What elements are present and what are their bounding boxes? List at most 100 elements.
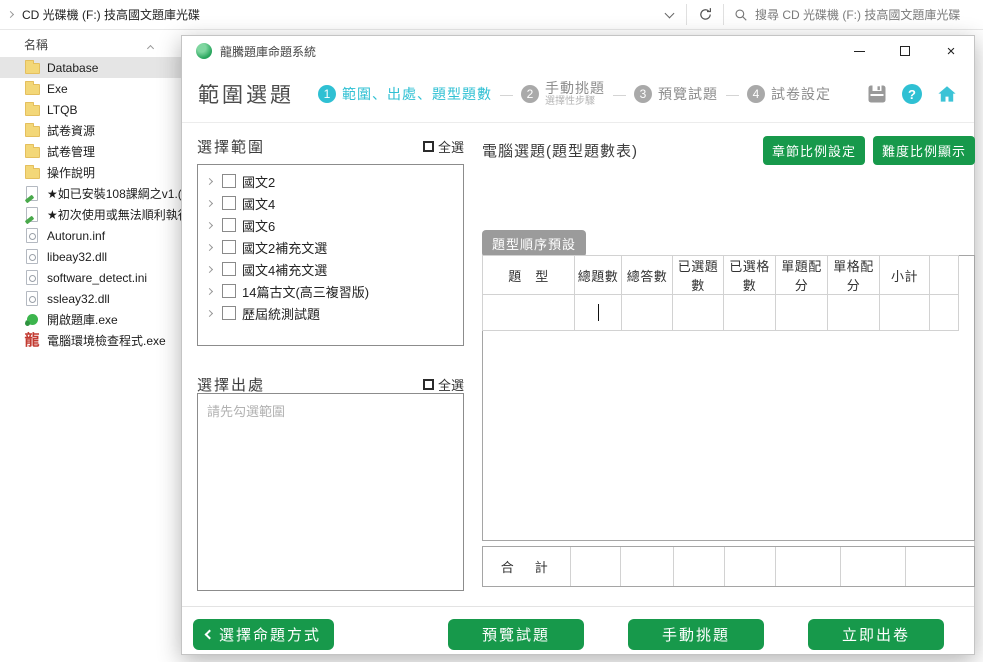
file-name: 操作說明 <box>47 164 95 181</box>
cell-empty[interactable] <box>930 295 959 331</box>
tree-checkbox[interactable] <box>222 306 236 320</box>
address-text: CD 光碟機 (F:) 技高國文題庫光碟 <box>22 6 658 23</box>
file-row[interactable]: ★初次使用或無法順利執行 <box>0 204 185 225</box>
search-input[interactable] <box>755 8 973 22</box>
settings-file-icon <box>24 270 40 286</box>
tree-checkbox[interactable] <box>222 196 236 210</box>
source-placeholder: 請先勾選範圍 <box>207 404 285 419</box>
file-row[interactable]: Autorun.inf <box>0 225 185 246</box>
preview-questions-button[interactable]: 預覽試題 <box>448 619 584 650</box>
total-cell <box>840 547 905 586</box>
tree-checkbox[interactable] <box>222 240 236 254</box>
cell-points-per-blank[interactable] <box>828 295 880 331</box>
file-row[interactable]: 試卷資源 <box>0 120 185 141</box>
column-header-name[interactable]: 名稱 <box>0 31 185 57</box>
cell-total-questions[interactable] <box>575 295 622 331</box>
generate-paper-button[interactable]: 立即出卷 <box>808 619 944 650</box>
total-cell <box>673 547 724 586</box>
minimize-button[interactable] <box>836 36 882 66</box>
table-header-row: 題 型 總題數 總答數 已選題數 已選格數 單題配分 單格配分 小計 <box>483 256 959 295</box>
file-row[interactable]: Database <box>0 57 185 78</box>
range-select-all-checkbox[interactable] <box>423 141 434 152</box>
note-file-icon <box>24 186 40 202</box>
expand-chevron-icon[interactable] <box>202 223 216 228</box>
tree-checkbox[interactable] <box>222 262 236 276</box>
file-row[interactable]: libeay32.dll <box>0 246 185 267</box>
step-separator: — <box>500 87 513 102</box>
cell-selected-questions[interactable] <box>673 295 724 331</box>
expand-chevron-icon[interactable] <box>202 267 216 272</box>
tree-checkbox[interactable] <box>222 218 236 232</box>
file-row[interactable]: 龍 電腦環境檢查程式.exe <box>0 330 185 351</box>
expand-chevron-icon[interactable] <box>202 201 216 206</box>
range-select-all[interactable]: 全選 <box>423 137 464 156</box>
tree-item[interactable]: 國文4 <box>202 192 459 214</box>
step-1-range[interactable]: 1 範圍、出處、題型題數 <box>318 84 492 104</box>
tree-item[interactable]: 歷屆統測試題 <box>202 302 459 324</box>
file-row[interactable]: ★如已安裝108課綱之v1.( <box>0 183 185 204</box>
cell-total-answers[interactable] <box>622 295 673 331</box>
close-button[interactable]: × <box>928 36 974 66</box>
tree-item[interactable]: 14篇古文(高三複習版) <box>202 280 459 302</box>
file-row[interactable]: 開啟題庫.exe <box>0 309 185 330</box>
step-3-preview[interactable]: 3 預覽試題 <box>634 84 718 104</box>
wizard-header: 範圍選題 1 範圍、出處、題型題數 — 2 手動挑題 選擇性步驟 — 3 預覽試… <box>182 66 974 123</box>
step-2-badge: 2 <box>521 85 539 103</box>
file-row[interactable]: LTQB <box>0 99 185 120</box>
tree-checkbox[interactable] <box>222 284 236 298</box>
computer-pick-title: 電腦選題(題型題數表) <box>482 140 755 161</box>
cell-points-per-question[interactable] <box>776 295 828 331</box>
step-2-subtext: 選擇性步驟 <box>545 96 605 108</box>
file-name: ★初次使用或無法順利執行 <box>47 206 190 223</box>
step-4-paper-settings[interactable]: 4 試卷設定 <box>747 84 831 104</box>
manual-pick-button[interactable]: 手動挑題 <box>628 619 764 650</box>
dialog-titlebar[interactable]: 龍騰題庫命題系統 × <box>182 36 974 66</box>
expand-chevron-icon[interactable] <box>202 245 216 250</box>
help-button[interactable]: ? <box>902 84 922 104</box>
header-subtotal: 小計 <box>880 256 930 295</box>
source-select-all-checkbox[interactable] <box>423 379 434 390</box>
address-bar[interactable]: CD 光碟機 (F:) 技高國文題庫光碟 <box>0 0 686 29</box>
source-select-all[interactable]: 全選 <box>423 375 464 394</box>
tree-item[interactable]: 國文2補充文選 <box>202 236 459 258</box>
file-row[interactable]: ssleay32.dll <box>0 288 185 309</box>
step-separator: — <box>726 87 739 102</box>
address-dropdown-icon[interactable] <box>658 13 680 17</box>
cell-question-type[interactable] <box>483 295 575 331</box>
expand-chevron-icon[interactable] <box>202 179 216 184</box>
maximize-icon <box>900 46 910 56</box>
range-tree: 國文2 國文4 國文6 國文2補充文選 國文4補充文選 14篇古文(高三複習版) <box>197 164 464 346</box>
question-type-table-area: 題 型 總題數 總答數 已選題數 已選格數 單題配分 單格配分 小計 <box>482 255 975 541</box>
refresh-button[interactable] <box>687 0 723 29</box>
step-1-badge: 1 <box>318 85 336 103</box>
tree-item[interactable]: 國文2 <box>202 170 459 192</box>
question-order-badge[interactable]: 題型順序預設 <box>482 230 586 257</box>
chapter-ratio-button[interactable]: 章節比例設定 <box>763 136 865 165</box>
save-icon[interactable] <box>866 83 888 105</box>
settings-file-icon <box>24 228 40 244</box>
file-row[interactable]: 操作說明 <box>0 162 185 183</box>
file-name: Database <box>47 61 98 75</box>
tree-checkbox[interactable] <box>222 174 236 188</box>
step-2-manual-pick[interactable]: 2 手動挑題 選擇性步驟 <box>521 80 605 108</box>
difficulty-ratio-button[interactable]: 難度比例顯示 <box>873 136 975 165</box>
expand-chevron-icon[interactable] <box>202 289 216 294</box>
header-total-answers: 總答數 <box>622 256 673 295</box>
file-row[interactable]: 試卷管理 <box>0 141 185 162</box>
tree-item[interactable]: 國文4補充文選 <box>202 258 459 280</box>
file-row[interactable]: Exe <box>0 78 185 99</box>
sort-ascending-icon <box>148 40 153 54</box>
maximize-button[interactable] <box>882 36 928 66</box>
home-icon[interactable] <box>936 83 958 105</box>
expand-chevron-icon[interactable] <box>202 311 216 316</box>
page-title: 範圍選題 <box>198 79 294 109</box>
back-to-method-button[interactable]: 選擇命題方式 <box>193 619 334 650</box>
search-box[interactable] <box>724 0 983 29</box>
tree-item[interactable]: 國文6 <box>202 214 459 236</box>
header-selected-blanks: 已選格數 <box>724 256 776 295</box>
breadcrumb-chevron-icon[interactable] <box>8 12 22 17</box>
cell-subtotal[interactable] <box>880 295 930 331</box>
cell-selected-blanks[interactable] <box>724 295 776 331</box>
folder-icon <box>24 144 40 160</box>
file-row[interactable]: software_detect.ini <box>0 267 185 288</box>
